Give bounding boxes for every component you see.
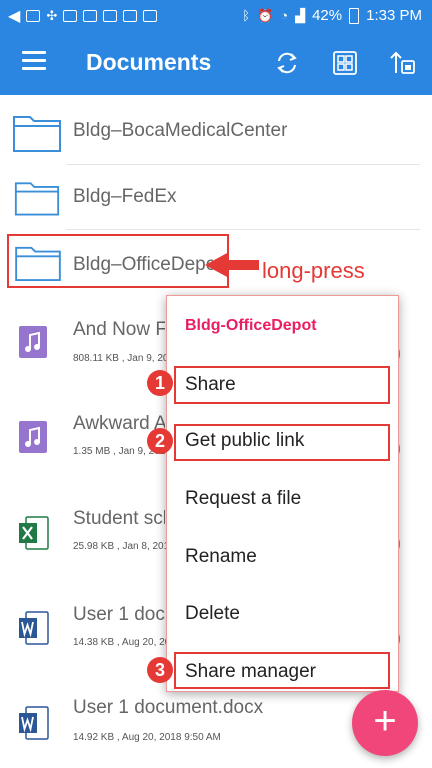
menu-item-rename[interactable]: Rename <box>185 546 257 568</box>
arrow-icon <box>205 252 259 278</box>
highlight-box <box>7 234 229 288</box>
battery-icon <box>349 7 360 24</box>
file-meta: 14.92 KB , Aug 20, 2018 9:50 AM <box>73 732 221 743</box>
audio-file-icon <box>19 421 47 453</box>
audio-file-icon <box>19 326 47 358</box>
alarm-icon: ⏰ <box>257 7 274 23</box>
annotation-label: long-press <box>262 258 365 283</box>
page-title: Documents <box>86 49 212 75</box>
file-name: User 1 document.docx <box>73 697 264 718</box>
play-icon <box>83 9 98 22</box>
bluetooth-icon: ᛒ <box>242 8 251 23</box>
wifi-icon: ◔ <box>280 8 289 23</box>
list-item[interactable]: Bldg–FedEx <box>0 165 432 231</box>
apps-icon: ✣ <box>46 7 58 23</box>
step-badge: 3 <box>147 657 173 683</box>
play-icon <box>63 9 78 22</box>
file-meta: 25.98 KB , Jan 8, 2018 <box>73 541 175 552</box>
back-arrow-icon: ◀ <box>8 7 21 25</box>
menu-title: Bldg-OfficeDepot <box>185 317 317 334</box>
folder-icon <box>13 116 61 152</box>
notification-icons: ◀ ✣ <box>0 6 158 26</box>
file-meta: 808.11 KB , Jan 9, 2018 <box>73 353 180 364</box>
menu-item-request-a-file[interactable]: Request a file <box>185 488 301 510</box>
highlight-box <box>174 652 390 689</box>
add-button[interactable]: + <box>352 690 418 756</box>
status-bar: ◀ ✣ ᛒ ⏰ ◔ ▟ 42% 1:33 PM <box>0 0 432 31</box>
signal-icon: ▟ <box>295 7 306 23</box>
play-icon <box>123 9 138 22</box>
pulse-icon <box>26 9 41 22</box>
excel-file-icon <box>19 516 49 550</box>
clock: 1:33 PM <box>366 7 422 24</box>
play-icon <box>143 9 158 22</box>
file-name: Bldg–BocaMedicalCenter <box>73 120 288 141</box>
list-item[interactable]: Bldg–BocaMedicalCenter <box>0 99 432 165</box>
file-name: Student sch <box>73 508 165 529</box>
menu-item-delete[interactable]: Delete <box>185 603 240 625</box>
battery-percent: 42% <box>312 7 343 24</box>
step-badge: 2 <box>147 428 173 454</box>
word-file-icon <box>19 706 49 740</box>
sync-icon[interactable] <box>273 49 301 77</box>
folder-icon <box>14 182 60 216</box>
file-name: Bldg–FedEx <box>73 186 177 207</box>
divider <box>66 229 420 230</box>
word-file-icon <box>19 611 49 645</box>
step-badge: 1 <box>147 370 173 396</box>
upload-icon[interactable] <box>388 49 416 77</box>
play-icon <box>103 9 118 22</box>
file-name: And Now F <box>73 319 165 340</box>
context-menu: Bldg-OfficeDepot Share Get public link R… <box>166 295 399 692</box>
file-name: User 1 docu <box>73 604 165 625</box>
app-bar: Documents <box>0 31 432 95</box>
highlight-box <box>174 366 390 404</box>
highlight-box <box>174 424 390 461</box>
menu-icon[interactable] <box>22 51 46 75</box>
grid-view-icon[interactable] <box>331 49 359 77</box>
